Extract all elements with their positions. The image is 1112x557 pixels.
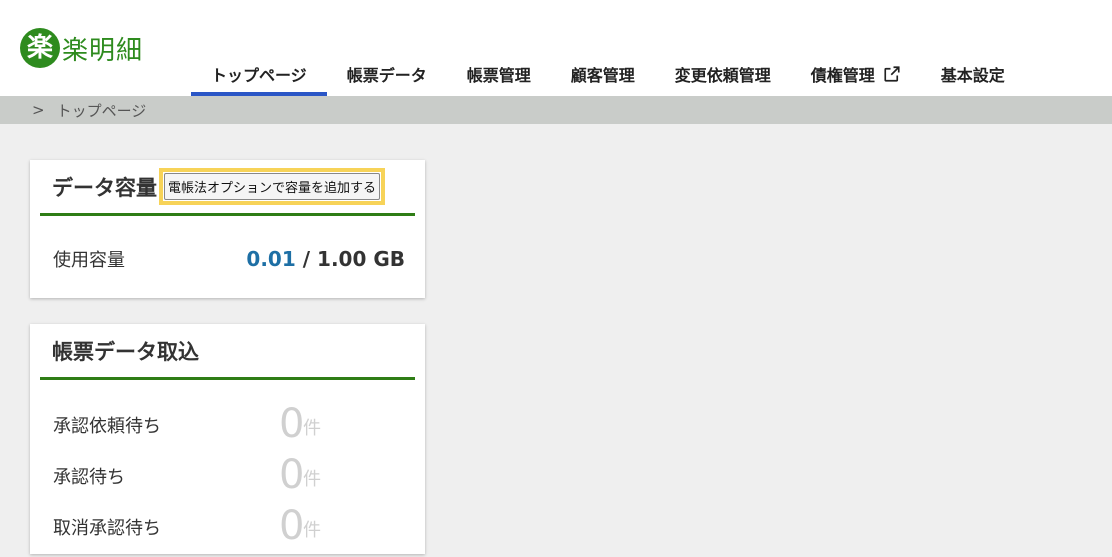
nav-tab-receivables-management[interactable]: 債権管理 [791, 52, 921, 96]
usage-values: 0.01 / 1.00 GB [246, 247, 405, 271]
add-capacity-button[interactable]: 電帳法オプションで容量を追加する [164, 173, 381, 200]
breadcrumb-separator: > [32, 101, 45, 119]
storage-card-title: データ容量 [52, 175, 157, 200]
nav-tab-label: 債権管理 [810, 66, 875, 85]
usage-label: 使用容量 [53, 250, 125, 271]
count-unit: 件 [303, 418, 321, 439]
count-value: 0 [279, 503, 305, 549]
nav-tab-label: 帳票データ [346, 66, 427, 85]
count-label: 承認待ち [53, 467, 125, 488]
import-card: 帳票データ取込 承認依頼待ち 0 件 承認待ち 0 件 取消承認待ち 0 件 [30, 324, 425, 554]
usage-divider: / [302, 247, 311, 271]
app-header: 楽 楽明細 トップページ 帳票データ 帳票管理 顧客管理 変更依頼管理 債権管理… [0, 0, 1112, 96]
nav-tab-label: 基本設定 [940, 66, 1005, 85]
nav-tab-basic-settings[interactable]: 基本設定 [921, 52, 1025, 96]
breadcrumb: > トップページ [0, 96, 1112, 124]
logo-mark: 楽 [20, 28, 60, 68]
main-nav: トップページ 帳票データ 帳票管理 顧客管理 変更依頼管理 債権管理 基本設定 [191, 52, 1025, 96]
app-logo[interactable]: 楽 楽明細 [20, 28, 143, 68]
storage-card-header: データ容量 電帳法オプションで容量を追加する [40, 160, 415, 216]
pending-cancel-approval-row[interactable]: 取消承認待ち 0 件 [53, 504, 413, 548]
usage-row: 使用容量 0.01 / 1.00 GB [53, 246, 405, 272]
usage-used-value: 0.01 [246, 247, 296, 271]
nav-tab-label: トップページ [211, 66, 307, 85]
pending-approval-request-row[interactable]: 承認依頼待ち 0 件 [53, 402, 413, 446]
nav-tab-label: 顧客管理 [570, 66, 635, 85]
nav-tab-label: 帳票管理 [466, 66, 531, 85]
count-label: 承認依頼待ち [53, 416, 161, 437]
nav-tab-document-data[interactable]: 帳票データ [327, 52, 447, 96]
nav-tab-document-management[interactable]: 帳票管理 [447, 52, 551, 96]
import-card-title: 帳票データ取込 [52, 339, 199, 364]
pending-approval-row[interactable]: 承認待ち 0 件 [53, 453, 413, 497]
nav-tab-top-page[interactable]: トップページ [191, 52, 327, 96]
nav-tab-customer-management[interactable]: 顧客管理 [551, 52, 655, 96]
usage-total-value: 1.00 GB [317, 247, 405, 271]
breadcrumb-current: トップページ [56, 101, 147, 120]
nav-tab-change-request-management[interactable]: 変更依頼管理 [655, 52, 791, 96]
logo-text: 楽明細 [62, 35, 144, 66]
count-value: 0 [279, 452, 305, 498]
count-value: 0 [279, 401, 305, 447]
storage-card: データ容量 電帳法オプションで容量を追加する 使用容量 0.01 / 1.00 … [30, 160, 425, 298]
count-unit: 件 [303, 469, 321, 490]
import-card-header: 帳票データ取込 [40, 324, 415, 380]
count-unit: 件 [303, 520, 321, 541]
external-link-icon [884, 66, 900, 82]
option-button-highlight: 電帳法オプションで容量を追加する [159, 168, 386, 205]
nav-tab-label: 変更依頼管理 [674, 66, 771, 85]
count-label: 取消承認待ち [53, 518, 161, 539]
